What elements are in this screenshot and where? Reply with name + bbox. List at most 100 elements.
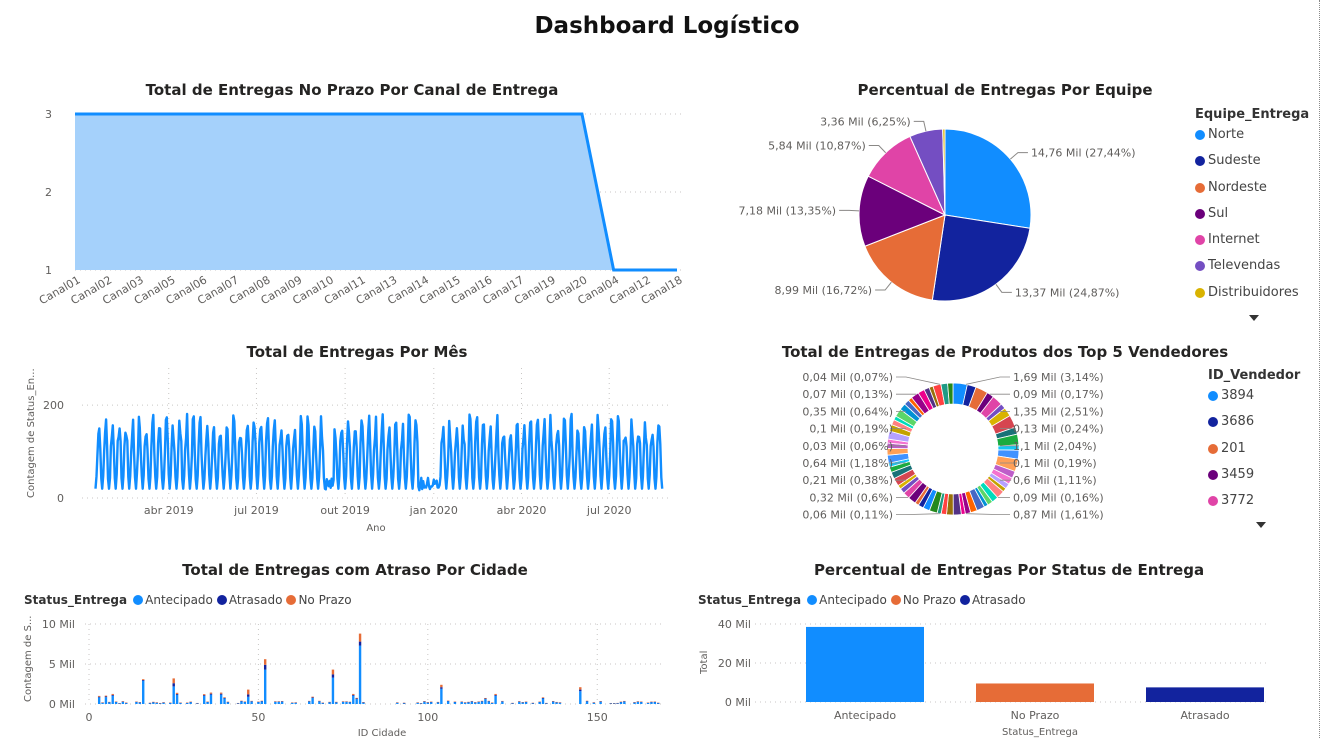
- cidade-bar-segment: [579, 689, 582, 692]
- cidade-bar-segment: [203, 694, 206, 696]
- cidade-bar-segment: [311, 698, 314, 704]
- canal-y-tick: 3: [45, 108, 52, 121]
- equipe-legend-item[interactable]: Nordeste: [1195, 180, 1309, 206]
- cidade-bar-segment: [467, 702, 470, 704]
- legend-marker-icon: [216, 595, 227, 605]
- cidade-bar-segment: [619, 702, 623, 704]
- equipe-leader-line: [1010, 152, 1028, 160]
- equipe-legend-scroll-down-icon[interactable]: [1249, 315, 1259, 321]
- cidade-bar-segment: [538, 701, 541, 704]
- cidade-bar-segment: [436, 702, 440, 704]
- status-bar-chart[interactable]: 0 Mil 20 Mil 40 Mil Antecipado No Prazo Atras…: [690, 612, 1310, 738]
- cidade-bar-segment: [345, 701, 348, 704]
- canal-area-chart[interactable]: 123Canal01Canal02Canal03Canal05Canal06Ca…: [0, 100, 700, 330]
- legend-item[interactable]: Antecipado: [133, 593, 213, 607]
- vendedores-legend-item[interactable]: 3894: [1208, 388, 1300, 414]
- legend-item[interactable]: No Prazo: [890, 593, 956, 607]
- vendedores-legend-item[interactable]: 3772: [1208, 493, 1300, 519]
- cidade-bar-segment: [460, 701, 463, 704]
- vendedores-legend: ID_Vendedor 3894 3686 201 3459 3772: [1208, 368, 1300, 519]
- cidade-bar-segment: [247, 689, 250, 695]
- equipe-pie-chart[interactable]: 14,76 Mil (27,44%) 13,37 Mil (24,87%) 8,99…: [700, 100, 1190, 320]
- canal-y-tick: 2: [45, 186, 52, 199]
- cidade-bar-segment: [355, 698, 358, 699]
- cidade-bar-segment: [541, 698, 545, 704]
- cidade-bar-segment: [541, 697, 545, 699]
- equipe-legend-item[interactable]: Distribuidores: [1195, 285, 1309, 311]
- vendedores-legend-item[interactable]: 3686: [1208, 414, 1300, 440]
- cidade-bar-segment: [97, 695, 101, 697]
- cidade-bar-segment: [111, 693, 114, 695]
- equipe-legend-item[interactable]: Internet: [1195, 232, 1309, 258]
- vendedores-data-label: 1,1 Mil (2,04%): [1013, 440, 1097, 453]
- vendedores-data-label: 0,09 Mil (0,16%): [1013, 491, 1104, 504]
- cidade-bar-segment: [311, 696, 314, 698]
- cidade-bar-segment: [423, 701, 426, 704]
- vendedores-data-label: 0,06 Mil (0,11%): [802, 509, 893, 522]
- vendedores-legend-item[interactable]: 3459: [1208, 467, 1300, 493]
- equipe-legend-item[interactable]: Sudeste: [1195, 153, 1309, 179]
- cidade-bar-segment: [108, 702, 111, 704]
- cidade-legend-title: Status_Entrega: [24, 593, 128, 607]
- cidade-bar-segment: [209, 693, 213, 695]
- equipe-legend-item[interactable]: Sul: [1195, 206, 1309, 232]
- cidade-bar-segment: [623, 701, 626, 704]
- cidade-bar-segment: [480, 701, 484, 704]
- cidade-bar-segment: [355, 697, 358, 699]
- cidade-bar-segment: [541, 697, 545, 698]
- equipe-leader-line: [868, 145, 887, 154]
- status-x-axis-label: Status_Entrega: [1002, 727, 1078, 738]
- status-y-tick: 20 Mil: [718, 657, 751, 670]
- cidade-bar-segment: [280, 701, 284, 704]
- equipe-data-label: 3,36 Mil (6,25%): [820, 115, 911, 128]
- equipe-leader-line: [875, 281, 892, 291]
- vendedores-data-label: 0,04 Mil (0,07%): [802, 371, 893, 384]
- cidade-bar-segment: [260, 701, 263, 704]
- vendedores-data-label: 1,35 Mil (2,51%): [1013, 405, 1104, 418]
- equipe-legend-label: Sudeste: [1208, 153, 1261, 169]
- mes-line-chart[interactable]: 0 200 abr 2019 jul 2019 out 2019 jan 2020 abr …: [0, 360, 700, 540]
- status-bar-atrasado: [1146, 687, 1264, 702]
- equipe-legend-item[interactable]: Televendas: [1195, 258, 1309, 284]
- vendedores-legend-title: ID_Vendedor: [1208, 368, 1301, 383]
- legend-marker-icon: [1195, 130, 1205, 140]
- cidade-stacked-bar-chart[interactable]: 0 Mil 5 Mil 10 Mil 0 50 100 150 ID Cidade Contag…: [0, 612, 700, 738]
- vendedores-data-label: 0,32 Mil (0,6%): [809, 491, 893, 504]
- vendedores-data-label: 0,1 Mil (0,19%): [1013, 457, 1097, 470]
- cidade-bar-segment: [585, 701, 589, 704]
- cidade-bar-segment: [219, 694, 223, 704]
- status-x-tick: No Prazo: [1011, 709, 1060, 722]
- cidade-bar-segment: [494, 693, 497, 695]
- mes-x-tick: jul 2019: [233, 504, 279, 517]
- vendedores-data-label: 0,35 Mil (0,64%): [802, 405, 893, 418]
- cidade-bar-segment: [440, 684, 443, 688]
- vendedores-legend-item[interactable]: 201: [1208, 441, 1300, 467]
- vendedores-data-label: 0,03 Mil (0,06%): [802, 440, 893, 453]
- vendedores-data-label: 0,09 Mil (0,17%): [1013, 388, 1104, 401]
- equipe-chart-title: Percentual de Entregas Por Equipe: [857, 81, 1153, 99]
- cidade-y-tick: 0 Mil: [49, 698, 75, 711]
- cidade-bar-segment: [352, 693, 355, 695]
- legend-item[interactable]: Antecipado: [807, 593, 887, 607]
- cidade-bar-segment: [274, 701, 277, 704]
- cidade-bar-segment: [555, 702, 558, 704]
- equipe-data-label: 8,99 Mil (16,72%): [774, 284, 872, 297]
- cidade-bar-segment: [223, 697, 226, 699]
- vendedores-leader-line: [896, 376, 940, 385]
- cidade-x-axis-label: ID Cidade: [358, 728, 407, 738]
- cidade-bar-segment: [263, 669, 267, 704]
- mes-series-line: [94, 412, 664, 492]
- cidade-bar-segment: [341, 701, 345, 704]
- cidade-bar-segment: [142, 680, 145, 704]
- vendedores-legend-scroll-down-icon[interactable]: [1256, 522, 1266, 528]
- cidade-bar-segment: [518, 701, 521, 704]
- equipe-legend-item[interactable]: Norte: [1195, 127, 1309, 153]
- legend-item[interactable]: Atrasado: [959, 593, 1026, 607]
- legend-item[interactable]: No Prazo: [286, 593, 352, 607]
- vendedores-legend-label: 3459: [1221, 466, 1255, 482]
- vendedores-donut-chart[interactable]: 1,69 Mil (3,14%) 0,09 Mil (0,17%) 1,35 Mil…: [700, 362, 1190, 540]
- legend-marker-icon: [286, 595, 297, 605]
- cidade-bar-segment: [223, 697, 226, 698]
- legend-item[interactable]: Atrasado: [216, 593, 282, 607]
- status-x-tick: Antecipado: [834, 709, 896, 722]
